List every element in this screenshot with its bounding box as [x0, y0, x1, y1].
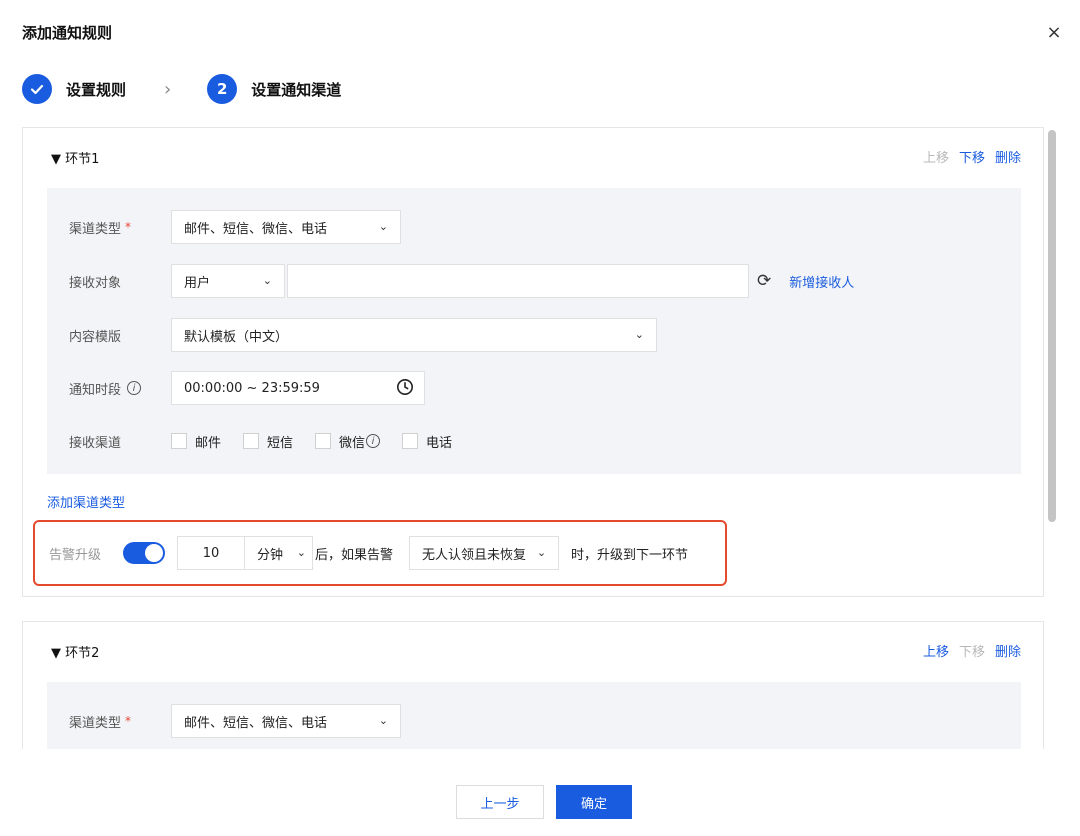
escalation-condition-select[interactable]: 无人认领且未恢复 ⌄ — [409, 536, 560, 570]
escalation-minutes-input[interactable]: 10 — [177, 536, 246, 570]
template-label: 内容模版 — [69, 329, 122, 345]
dialog-title: 添加通知规则 — [22, 24, 113, 42]
stage-form-panel: 渠道类型 * 邮件、短信、微信、电话 ⌄ 接收对象 用户 ⌄ ⟳ 新增接收人 内容模版… — [47, 188, 1021, 474]
receiver-input[interactable] — [287, 264, 749, 298]
channel-email-checkbox[interactable]: 邮件 — [171, 432, 221, 451]
channel-type-row: 渠道类型 * 邮件、短信、微信、电话 ⌄ — [69, 210, 401, 244]
move-up-link[interactable]: 上移 — [923, 147, 949, 166]
step-1-label: 设置规则 — [66, 80, 127, 99]
chevron-down-icon: ⌄ — [296, 546, 307, 559]
channel-phone-checkbox[interactable]: 电话 — [402, 432, 452, 451]
delete-link[interactable]: 删除 — [995, 641, 1021, 660]
channels-row: 接收渠道 邮件 短信 微信 i 电话 — [69, 424, 474, 458]
chevron-down-icon: ⌄ — [262, 274, 272, 287]
channels-label: 接收渠道 — [69, 435, 122, 451]
confirm-button[interactable]: 确定 — [556, 785, 632, 819]
stage-card-2: ▼ 环节2 上移 下移 删除 渠道类型 * 邮件、短信、微信、电话 ⌄ — [22, 621, 1044, 749]
chevron-down-icon: ⌄ — [378, 220, 388, 233]
move-down-link[interactable]: 下移 — [959, 147, 985, 166]
stage-actions: 上移 下移 删除 — [923, 641, 1021, 660]
stage-actions: 上移 下移 删除 — [923, 147, 1021, 166]
escalation-toggle[interactable] — [123, 542, 166, 564]
channel-type-row: 渠道类型 * 邮件、短信、微信、电话 ⌄ — [69, 704, 401, 738]
channel-type-label: 渠道类型 * — [69, 714, 132, 731]
stage-title[interactable]: ▼ 环节2 — [51, 642, 99, 661]
prev-step-button[interactable]: 上一步 — [456, 785, 544, 819]
stages-scroll-area: ▼ 环节1 上移 下移 删除 渠道类型 * 邮件、短信、微信、电话 ⌄ 接收对象 用… — [22, 127, 1046, 749]
period-label: 通知时段 i — [69, 379, 171, 398]
template-select[interactable]: 默认模板（中文） ⌄ — [171, 318, 657, 352]
escalation-row: 告警升级 10 分钟 ⌄ 后，如果告警 无人认领且未恢复 ⌄ 时，升级到下一环节 — [49, 536, 688, 570]
move-down-link[interactable]: 下移 — [959, 641, 985, 660]
chevron-down-icon: ⌄ — [536, 546, 547, 559]
period-row: 通知时段 i 00:00:00 ~ 23:59:59 — [69, 371, 425, 405]
chevron-right-icon: › — [164, 78, 172, 100]
template-row: 内容模版 默认模板（中文） ⌄ — [69, 318, 657, 352]
escalation-text-2: 时，升级到下一环节 — [571, 547, 689, 563]
channel-wechat-checkbox[interactable]: 微信 i — [315, 432, 381, 451]
escalation-highlight: 告警升级 10 分钟 ⌄ 后，如果告警 无人认领且未恢复 ⌄ 时，升级到下一环节 — [33, 520, 727, 586]
channel-type-label: 渠道类型 * — [69, 220, 132, 237]
check-icon — [22, 74, 52, 104]
receiver-label: 接收对象 — [69, 275, 122, 291]
stage-form-panel: 渠道类型 * 邮件、短信、微信、电话 ⌄ — [47, 682, 1021, 749]
channel-type-select[interactable]: 邮件、短信、微信、电话 ⌄ — [171, 704, 401, 738]
scrollbar[interactable] — [1048, 130, 1056, 522]
delete-link[interactable]: 删除 — [995, 147, 1021, 166]
receiver-row: 接收对象 用户 ⌄ ⟳ 新增接收人 — [69, 264, 854, 298]
chevron-down-icon: ⌄ — [634, 328, 644, 341]
stepper: 设置规则 › 2 设置通知渠道 — [22, 73, 341, 105]
refresh-icon[interactable]: ⟳ — [757, 271, 771, 291]
period-input[interactable]: 00:00:00 ~ 23:59:59 — [171, 371, 425, 405]
add-channel-type-link[interactable]: 添加渠道类型 — [47, 492, 125, 511]
receiver-type-select[interactable]: 用户 ⌄ — [171, 264, 285, 298]
step-2-number: 2 — [207, 74, 238, 104]
stage-title[interactable]: ▼ 环节1 — [51, 148, 99, 167]
step-2-label: 设置通知渠道 — [251, 80, 342, 99]
dialog-footer: 上一步 确定 — [0, 785, 1080, 819]
close-icon[interactable]: × — [1044, 23, 1064, 43]
add-receiver-link[interactable]: 新增接收人 — [789, 272, 854, 291]
info-icon: i — [366, 434, 381, 448]
info-icon: i — [127, 381, 142, 395]
channel-sms-checkbox[interactable]: 短信 — [243, 432, 293, 451]
escalation-text-1: 后，如果告警 — [315, 547, 394, 563]
chevron-down-icon: ⌄ — [378, 714, 388, 727]
clock-icon — [396, 378, 414, 400]
channel-type-select[interactable]: 邮件、短信、微信、电话 ⌄ — [171, 210, 401, 244]
escalation-unit-select[interactable]: 分钟 ⌄ — [245, 536, 314, 570]
move-up-link[interactable]: 上移 — [923, 641, 949, 660]
stage-card-1: ▼ 环节1 上移 下移 删除 渠道类型 * 邮件、短信、微信、电话 ⌄ 接收对象 用… — [22, 127, 1044, 597]
escalation-label: 告警升级 — [49, 547, 102, 563]
